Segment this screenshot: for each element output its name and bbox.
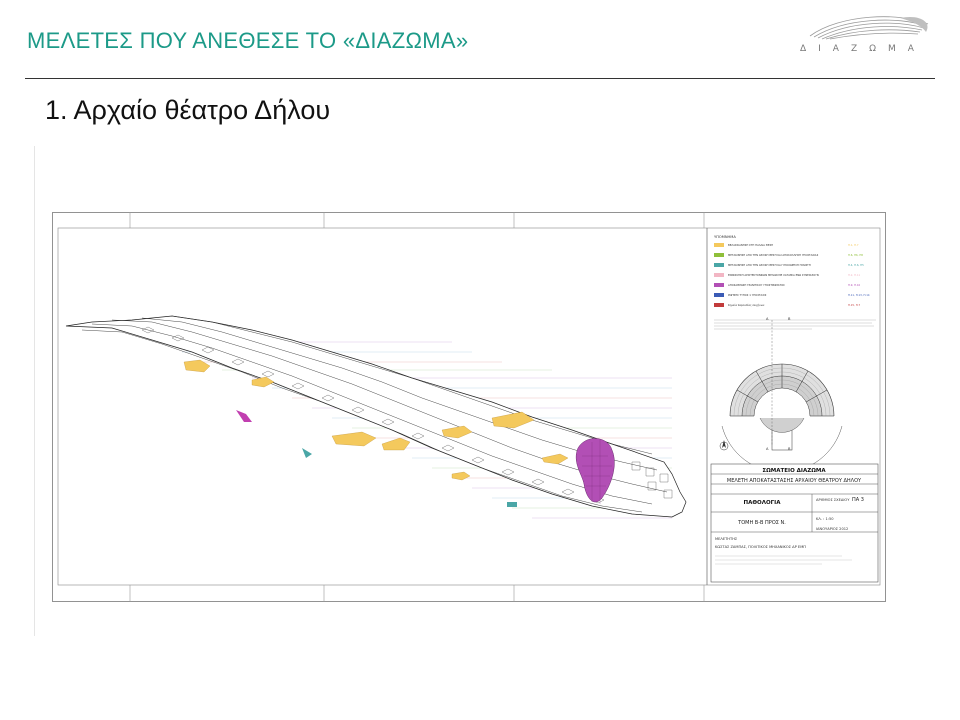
title-block-study: ΜΕΛΕΤΗ ΑΠΟΚΑΤΑΣΤΑΣΗΣ ΑΡΧΑΙΟΥ ΘΕΑΤΡΟΥ ΔΗΛ… xyxy=(727,478,862,484)
diazoma-logo-swirl-icon xyxy=(809,16,929,40)
legend-item-code: Π.2, Π.11 xyxy=(848,273,860,277)
legend-item-code: Π.11, Π.13, Π.14 xyxy=(848,293,870,297)
legend-item-code: Π.15, Π.7 xyxy=(848,303,860,307)
legend-item-code: Π.6, Π6, Π8 xyxy=(848,253,863,257)
slide-heading: 1. Αρχαίο θέατρο Δήλου xyxy=(45,95,331,125)
logo-wordmark: ΔΙΑΖΩΜΑ xyxy=(800,44,926,54)
legend-item-code: Π.1, Π.7 xyxy=(848,243,859,247)
legend-swatch xyxy=(714,243,724,247)
title-block-section: ΤΟΜΗ Β-Β ΠΡΟΣ Ν. xyxy=(737,520,786,526)
legend-item-label: ΑΠΟΣΑΘΡΩΣΗ ΓΡΑΝΙΤΙΚΟΥ ΥΠΟΣΤΡΩΜΑΤΟΣ xyxy=(728,283,785,287)
title-block-drawing-no-label: ΑΡΙΘΜΟΣ ΣΧΕΔΙΟΥ xyxy=(816,498,850,502)
title-block-author-label: ΜΕΛΕΤΗΤΗΣ xyxy=(715,537,738,541)
legend-item-label: ΕΝΝΟΙΚΗΣΗ ΑΡΧΙΤΕΚΤΟΝΙΚΩΝ ΜΕΛΩΝ ΜΕ ΧΑΤΑΜΙ… xyxy=(728,273,819,277)
legend-item-label: ΜΕΤΑΚΙΝΗΣΗ ΑΠΟ ΤΗΝ ΑΡΧΙΚΗ ΘΕΣΗ ΚΑΙ ΑΠΟΚΟ… xyxy=(728,253,819,257)
legend-item-code: Π.9, Π.10 xyxy=(848,283,860,287)
header-divider xyxy=(25,78,935,79)
legend-item-label: ΡΩΓΜΗΣ ΤΥΠΟΣ 1 ΥΠΟΣΤΑΣΙΣ xyxy=(728,293,767,297)
legend-item-label: Σημεία παρουσίας λειχήνων xyxy=(728,303,765,307)
legend-title: ΥΠΟΜΝΗΜΑ xyxy=(714,235,736,239)
legend-swatch xyxy=(714,293,724,297)
title-block-scale: ΚΛ. : 1:50 xyxy=(816,517,834,521)
title-block-date: ΙΑΝΟΥΑΡΙΟΣ 2012 xyxy=(816,527,848,531)
legend-swatch xyxy=(714,303,724,307)
legend-swatch xyxy=(714,273,724,277)
legend-swatch xyxy=(714,253,724,257)
title-block-author: ΚΩΣΤΑΣ ΖΑΜΠΑΣ, ΠΟΛΙΤΙΚΟΣ ΜΗΧΑΝΙΚΟΣ ΔΡ ΕΜ… xyxy=(715,545,806,549)
legend-swatch xyxy=(714,283,724,287)
title-block-subject: ΠΑΘΟΛΟΓΙΑ xyxy=(744,500,782,506)
legend-item-label: ΜΕΤΑΚΙΝΗΣΗ ΑΠΟ ΤΗΝ ΑΡΧΙΚΗ ΘΕΣΗ ΚΑΙ ΥΠΟΧΩ… xyxy=(728,263,811,267)
diazoma-logo xyxy=(790,6,940,66)
presentation-header-title: ΜΕΛΕΤΕΣ ΠΟΥ ΑΝΕΘΕΣΕ ΤΟ «ΔΙΑΖΩΜΑ» xyxy=(27,28,469,53)
architectural-drawing-sheet: ΥΠΟΜΝΗΜΑ ΒΕΛΑΣΙΚΑΝΗΣΗ ΣΤΗ ΠΑΛΑΙΑ ΘΕΣΗ Π.1… xyxy=(52,212,886,602)
legend-item-label: ΒΕΛΑΣΙΚΑΝΗΣΗ ΣΤΗ ΠΑΛΑΙΑ ΘΕΣΗ xyxy=(728,243,773,247)
legend-swatch xyxy=(714,263,724,267)
title-block-org: ΣΩΜΑΤΕΙΟ ΔΙΑΖΩΜΑ xyxy=(762,468,826,474)
title-block-drawing-no: ΠΑ 3 xyxy=(852,497,864,503)
title-block: ΣΩΜΑΤΕΙΟ ΔΙΑΖΩΜΑ ΜΕΛΕΤΗ ΑΠΟΚΑΤΑΣΤΑΣΗΣ ΑΡ… xyxy=(710,463,879,583)
legend-item-code: Π.4, Π.6, Π5 xyxy=(848,263,864,267)
